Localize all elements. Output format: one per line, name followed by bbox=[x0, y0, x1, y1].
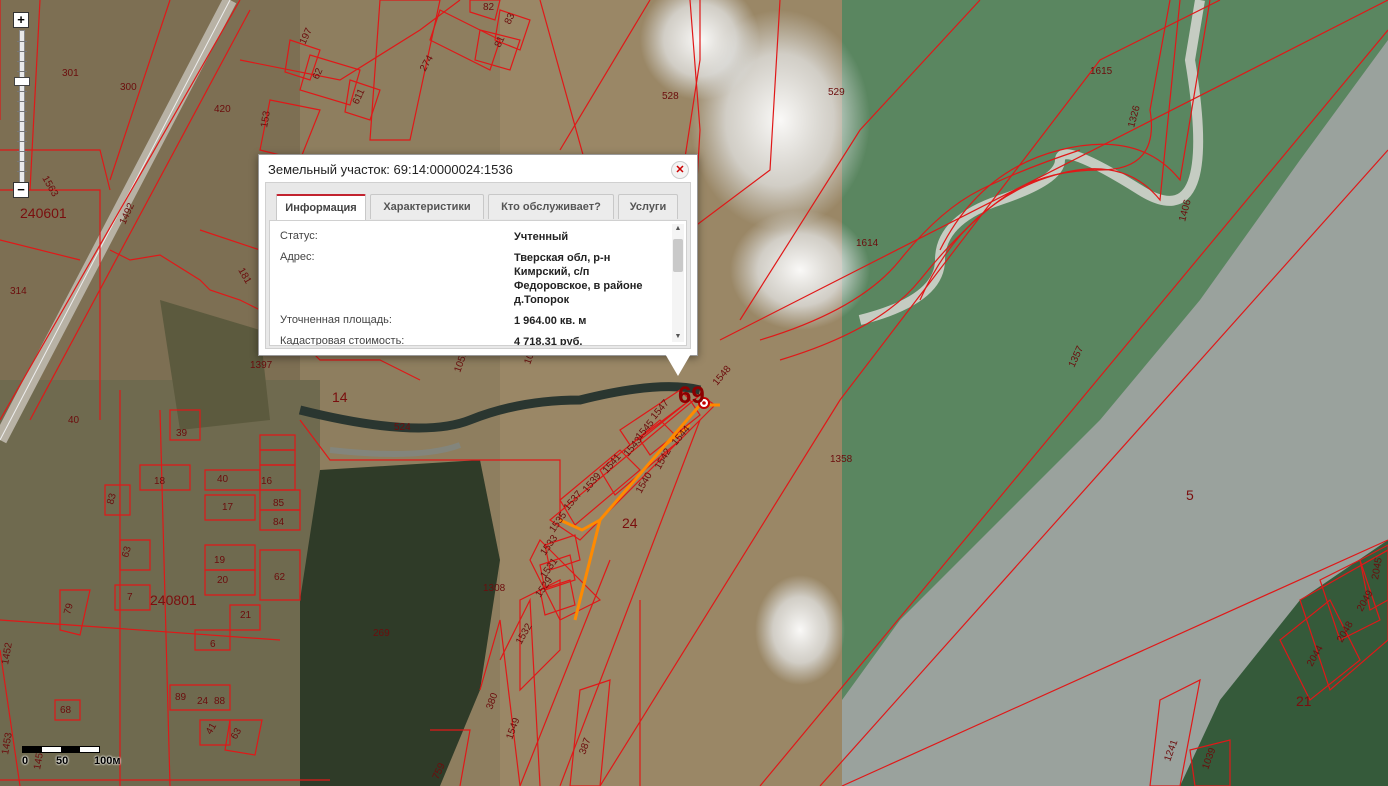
cadastral-cost-value: 4 718.31 руб. bbox=[514, 336, 583, 346]
quarter-label: 240801 bbox=[150, 592, 197, 608]
parcel-number-label: 7 bbox=[127, 592, 133, 603]
parcel-number-label: 89 bbox=[175, 692, 187, 703]
parcel-number-label: 82 bbox=[483, 2, 495, 13]
scale-label: 50 bbox=[56, 755, 69, 767]
parcel-number-label: 39 bbox=[176, 428, 188, 439]
info-panel: Статус: Учтенный Адрес: Тверская обл, р-… bbox=[269, 220, 687, 346]
parcel-number-label: 21 bbox=[240, 610, 252, 621]
popup-body: Информация Характеристики Кто обслуживае… bbox=[265, 182, 691, 349]
zone-label: 21 bbox=[1296, 693, 1312, 709]
zoom-control: + − bbox=[13, 12, 30, 198]
quarter-label: 240601 bbox=[20, 205, 67, 221]
scroll-up-icon[interactable]: ▲ bbox=[673, 224, 683, 234]
parcel-number-label: 62 bbox=[274, 572, 286, 583]
parcel-number-label: 300 bbox=[120, 82, 137, 93]
address-label: Адрес: bbox=[280, 251, 315, 263]
popup-pointer bbox=[664, 352, 692, 376]
parcel-number-label: 16 bbox=[261, 476, 273, 487]
parcel-number-label: 269 bbox=[373, 628, 390, 639]
scrollbar[interactable]: ▲ ▼ bbox=[672, 224, 684, 342]
zoom-slider-thumb[interactable] bbox=[14, 77, 30, 86]
scroll-down-icon[interactable]: ▼ bbox=[673, 332, 683, 342]
parcel-number-label: 1308 bbox=[483, 583, 506, 594]
scale-label: 100м bbox=[94, 755, 121, 767]
parcel-number-label: 40 bbox=[68, 415, 80, 426]
close-icon[interactable]: ✕ bbox=[671, 161, 689, 179]
tab-services[interactable]: Услуги bbox=[618, 194, 678, 219]
parcel-number-label: 529 bbox=[828, 87, 845, 98]
area-label: Уточненная площадь: bbox=[280, 314, 392, 326]
scale-label: 0 bbox=[22, 755, 29, 767]
address-value: Тверская обл, р-н Кимрский, с/п Федоровс… bbox=[514, 252, 643, 306]
zoom-out-button[interactable]: − bbox=[13, 182, 29, 198]
parcel-number-label: 1615 bbox=[1090, 66, 1113, 77]
parcel-number-label: 17 bbox=[222, 502, 234, 513]
parcel-number-label: 85 bbox=[273, 498, 285, 509]
zoom-slider[interactable] bbox=[14, 30, 30, 184]
tab-information[interactable]: Информация bbox=[276, 194, 366, 221]
parcel-number-label: 24 bbox=[197, 696, 209, 707]
zoom-in-button[interactable]: + bbox=[13, 12, 29, 28]
status-value: Учтенный bbox=[514, 231, 569, 243]
popup-title: Земельный участок: 69:14:0000024:1536 bbox=[268, 162, 513, 177]
parcel-number-label: 1358 bbox=[830, 454, 853, 465]
parcel-number-label: 528 bbox=[662, 91, 679, 102]
parcel-number-label: 18 bbox=[154, 476, 166, 487]
parcel-info-popup: Земельный участок: 69:14:0000024:1536 ✕ … bbox=[258, 154, 698, 356]
parcel-number-label: 88 bbox=[214, 696, 226, 707]
map-canvas[interactable]: 69 240601 240801 14 24 5 21 301 300 420 314… bbox=[0, 0, 1388, 786]
parcel-number-label: 301 bbox=[62, 68, 79, 79]
parcel-number-label: 20 bbox=[217, 575, 229, 586]
scale-bar: 0 50 100м bbox=[22, 746, 132, 772]
parcel-number-label: 84 bbox=[273, 517, 285, 528]
tab-who-serves[interactable]: Кто обслуживает? bbox=[488, 194, 614, 219]
parcel-number-label: 6 bbox=[210, 639, 216, 650]
status-label: Статус: bbox=[280, 230, 318, 242]
parcel-number-label: 1614 bbox=[856, 238, 879, 249]
parcel-number-label: 19 bbox=[214, 555, 226, 566]
zone-label: 14 bbox=[332, 389, 348, 405]
marker-label: 69 bbox=[678, 382, 705, 409]
cadastral-cost-label: Кадастровая стоимость: bbox=[280, 335, 405, 346]
parcel-number-label: 40 bbox=[217, 474, 229, 485]
scrollbar-thumb[interactable] bbox=[673, 239, 683, 272]
parcel-number-label: 1397 bbox=[250, 360, 273, 371]
parcel-number-label: 314 bbox=[10, 286, 27, 297]
area-value: 1 964.00 кв. м bbox=[514, 315, 587, 327]
scale-ruler bbox=[22, 746, 100, 753]
zone-label: 5 bbox=[1186, 487, 1194, 503]
parcel-number-label: 420 bbox=[214, 104, 231, 115]
parcel-number-label: 68 bbox=[60, 705, 72, 716]
parcel-number-label: 524 bbox=[394, 422, 411, 433]
zone-label: 24 bbox=[622, 515, 638, 531]
tab-characteristics[interactable]: Характеристики bbox=[370, 194, 484, 219]
